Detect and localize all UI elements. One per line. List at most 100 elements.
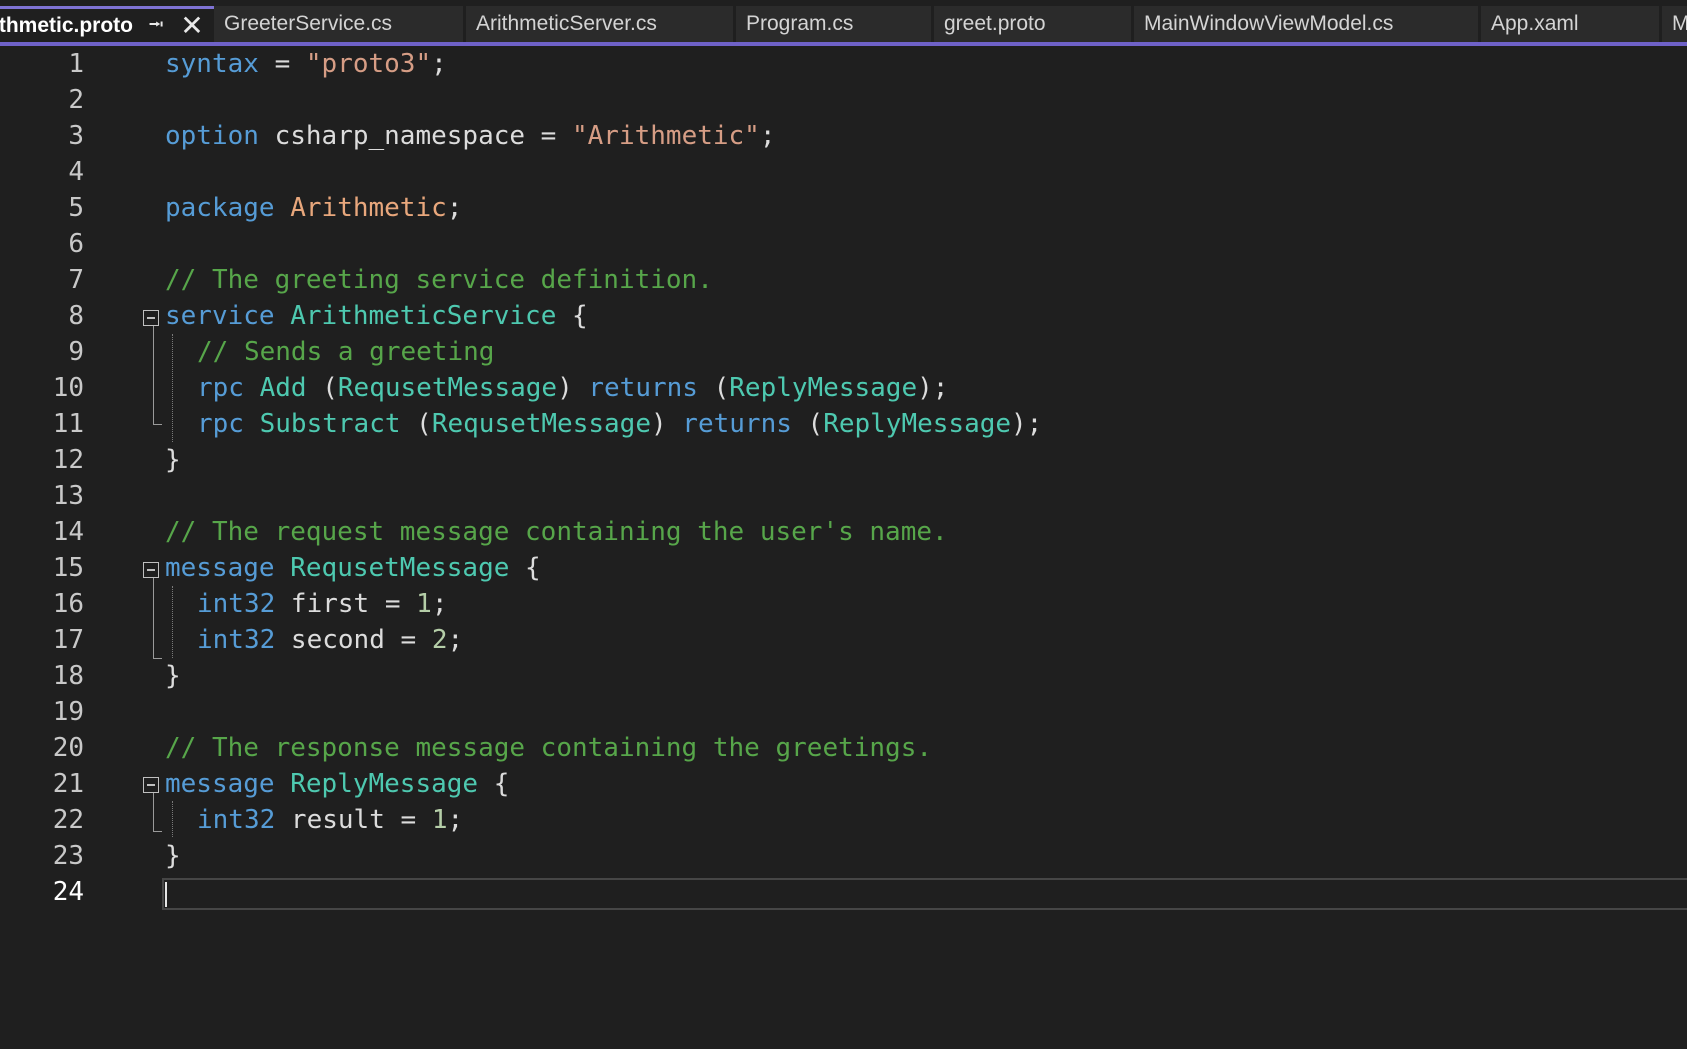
code-text: // Sends a greeting <box>197 334 494 370</box>
line-number: 4 <box>68 157 84 187</box>
code-text: service ArithmeticService { <box>165 298 588 334</box>
code-token: = <box>258 49 306 79</box>
tab-app-xaml[interactable]: App.xaml <box>1481 6 1659 42</box>
line-number: 1 <box>68 49 84 79</box>
code-line[interactable]: 4 <box>0 154 1687 190</box>
code-token: Add <box>259 373 307 403</box>
tab-label: Program.cs <box>746 12 854 35</box>
code-text: } <box>165 838 181 874</box>
code-line[interactable]: 24 <box>0 874 1687 910</box>
tab-overflow[interactable]: M <box>1662 6 1687 42</box>
code-line[interactable]: 8 service ArithmeticService { <box>0 298 1687 334</box>
line-number: 12 <box>52 445 84 475</box>
line-number: 15 <box>52 553 84 583</box>
code-token: Substract <box>259 409 401 439</box>
code-token: ( <box>697 373 730 403</box>
code-token: } <box>165 445 181 475</box>
code-line[interactable]: 13 <box>0 478 1687 514</box>
code-token: int32 <box>197 625 276 655</box>
tab-greet-proto[interactable]: greet.proto <box>934 6 1131 42</box>
code-line[interactable]: 19 <box>0 694 1687 730</box>
code-token: int32 <box>197 589 276 619</box>
code-line[interactable]: 12} <box>0 442 1687 478</box>
code-line[interactable]: 7 // The greeting service definition. <box>0 262 1687 298</box>
code-text: message ReplyMessage { <box>165 766 509 802</box>
close-icon[interactable]: ✕ <box>180 9 204 42</box>
code-text: package Arithmetic; <box>165 190 462 226</box>
tab-label: greet.proto <box>944 12 1046 35</box>
code-line[interactable]: 16 int32 first = 1; <box>0 586 1687 622</box>
code-token: ; <box>431 49 447 79</box>
code-text: rpc Substract (RequsetMessage) returns (… <box>197 406 1042 442</box>
code-token: ; <box>759 121 776 151</box>
code-line[interactable]: 22 int32 result = 1; <box>0 802 1687 838</box>
line-number: 17 <box>52 625 84 655</box>
code-line[interactable]: 1 syntax = "proto3"; <box>0 46 1687 82</box>
text-caret <box>165 882 167 907</box>
code-line[interactable]: 6 <box>0 226 1687 262</box>
tab-program-cs[interactable]: Program.cs <box>736 6 931 42</box>
code-line[interactable]: 10 rpc Add (RequsetMessage) returns (Repl… <box>0 370 1687 406</box>
line-number: 14 <box>52 517 84 547</box>
code-line[interactable]: 20 // The response message containing the… <box>0 730 1687 766</box>
code-token: "proto3" <box>305 49 432 79</box>
code-line[interactable]: 9 // Sends a greeting <box>0 334 1687 370</box>
code-token: } <box>165 661 181 691</box>
line-number: 16 <box>52 589 84 619</box>
pin-icon[interactable]: ⭲ <box>146 9 166 42</box>
tab-arithmetic-proto[interactable]: thmetic.proto ⭲ ✕ <box>0 6 214 42</box>
code-text: int32 first = 1; <box>197 586 447 622</box>
code-line[interactable]: 21 message ReplyMessage { <box>0 766 1687 802</box>
code-token: message <box>165 553 275 583</box>
line-number: 8 <box>68 301 84 331</box>
tab-mainwindowviewmodel-cs[interactable]: MainWindowViewModel.cs <box>1134 6 1478 42</box>
code-token: rpc <box>197 409 244 439</box>
tab-label: GreeterService.cs <box>224 12 393 35</box>
code-token: // Sends a greeting <box>197 337 495 367</box>
code-token: ) <box>557 373 589 403</box>
code-token: RequsetMessage <box>431 409 651 439</box>
code-token: "Arithmetic" <box>572 121 760 151</box>
code-text: int32 result = 1; <box>197 802 463 838</box>
line-number: 6 <box>68 229 84 259</box>
code-token: RequsetMessage <box>337 373 558 403</box>
code-line[interactable]: 2 <box>0 82 1687 118</box>
code-token: ; <box>447 625 464 655</box>
code-token: { <box>478 769 510 799</box>
code-token: ( <box>306 373 338 403</box>
code-token: returns <box>588 373 698 403</box>
code-token: ReplyMessage <box>823 409 1012 439</box>
tab-label: ArithmeticServer.cs <box>476 12 657 35</box>
line-number: 13 <box>52 481 84 511</box>
code-line[interactable]: 14 // The request message containing the … <box>0 514 1687 550</box>
tab-label: App.xaml <box>1491 12 1579 35</box>
tab-greeterservice-cs[interactable]: GreeterService.cs <box>214 6 463 42</box>
line-number: 2 <box>68 85 84 115</box>
code-text: option csharp_namespace = "Arithmetic"; <box>165 118 776 154</box>
line-number: 19 <box>52 697 84 727</box>
code-text: rpc Add (RequsetMessage) returns (ReplyM… <box>197 370 948 406</box>
code-token: ( <box>400 409 432 439</box>
code-token: ReplyMessage <box>729 373 918 403</box>
line-number: 5 <box>68 193 84 223</box>
code-editor[interactable]: 1 syntax = "proto3"; 2 3 option csharp_names… <box>0 46 1687 1049</box>
code-token: second = <box>275 625 432 655</box>
tab-arithmeticserver-cs[interactable]: ArithmeticServer.cs <box>466 6 733 42</box>
code-line[interactable]: 18} <box>0 658 1687 694</box>
code-line[interactable]: 5 package Arithmetic; <box>0 190 1687 226</box>
code-line[interactable]: 11 rpc Substract (RequsetMessage) returns… <box>0 406 1687 442</box>
code-text: int32 second = 2; <box>197 622 463 658</box>
tab-label: thmetic.proto <box>0 14 133 37</box>
line-number: 11 <box>52 409 84 439</box>
tab-bar: thmetic.proto ⭲ ✕ GreeterService.cs Arit… <box>0 0 1687 44</box>
code-line[interactable]: 17 int32 second = 2; <box>0 622 1687 658</box>
code-line[interactable]: 23} <box>0 838 1687 874</box>
code-line[interactable]: 15 message RequsetMessage { <box>0 550 1687 586</box>
code-token: } <box>165 841 181 871</box>
code-line[interactable]: 3 option csharp_namespace = "Arithmetic"; <box>0 118 1687 154</box>
code-text: // The greeting service definition. <box>165 262 713 298</box>
